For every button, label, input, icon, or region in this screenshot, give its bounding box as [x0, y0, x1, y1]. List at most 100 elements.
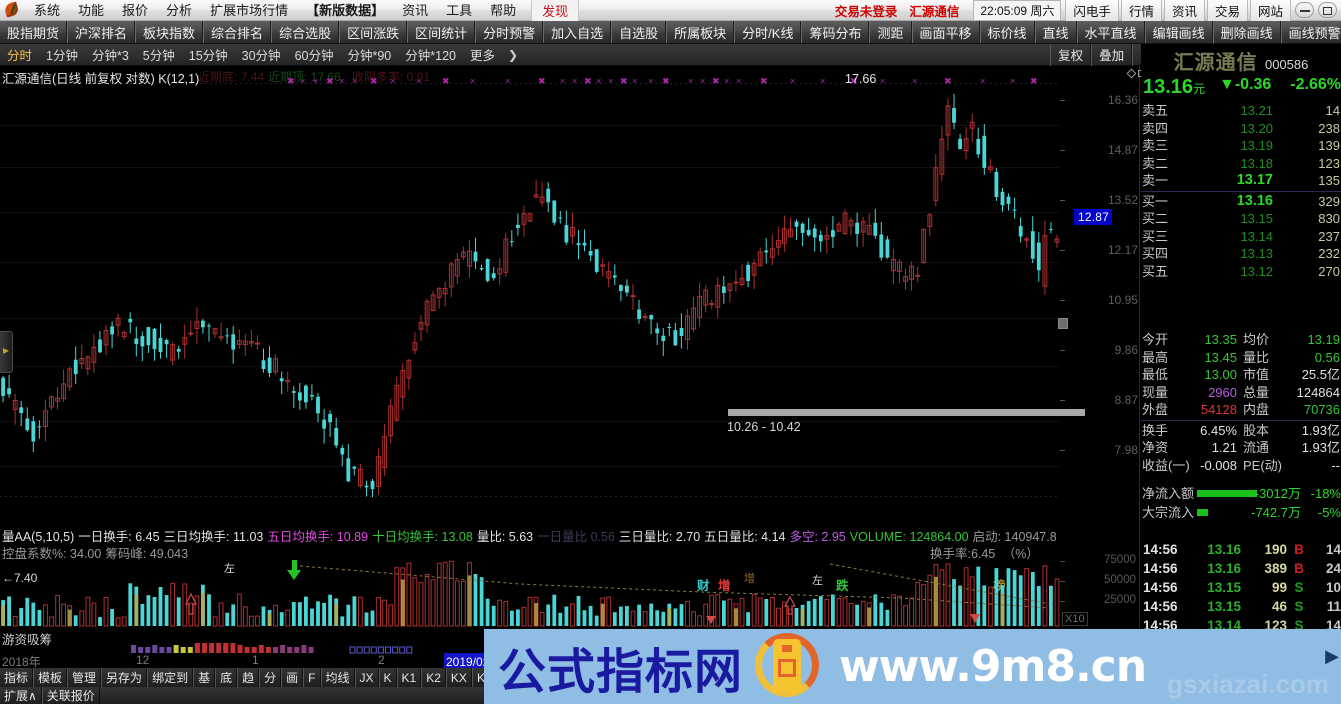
- toolbar-item-17[interactable]: 水平直线: [1076, 21, 1145, 43]
- toolbar-item-11[interactable]: 分时/K线: [734, 21, 802, 43]
- tick-row[interactable]: 14:56 13.15 46 S 11: [1141, 597, 1341, 616]
- period-item-more[interactable]: 更多: [463, 45, 502, 64]
- toolbar-item-1[interactable]: 沪深排名: [67, 21, 136, 43]
- menu-item-help[interactable]: 帮助: [481, 0, 525, 22]
- bottom-tool2-1[interactable]: 关联报价: [41, 687, 100, 704]
- order-book[interactable]: 卖五 13.21 14 卖四 13.20 238 卖三 13.19 139 卖二 13.18 123 卖…: [1141, 102, 1341, 280]
- tick-row[interactable]: 14:56 13.15 99 S 10: [1141, 578, 1341, 597]
- tick-row[interactable]: 14:56 13.16 389 B 24: [1141, 559, 1341, 578]
- toolbar-item-19[interactable]: 删除画线: [1212, 21, 1281, 43]
- toolbar-item-4[interactable]: 综合选股: [271, 21, 340, 43]
- period-item-30min[interactable]: 30分钟: [235, 45, 288, 64]
- toolbar-item-9[interactable]: 自选股: [611, 21, 667, 43]
- period-item-3min[interactable]: 分钟*3: [85, 45, 136, 64]
- bottom-tool-15[interactable]: K2: [421, 668, 446, 687]
- quote-panel[interactable]: 汇源通信 000586 13.16元 ▼-0.36 -2.66% 卖五 13.21…: [1141, 44, 1341, 660]
- orderbook-row[interactable]: 买五 13.12 270: [1141, 263, 1341, 281]
- chart-scroll-handle[interactable]: [0, 331, 13, 373]
- orderbook-row[interactable]: 买四 13.13 232: [1141, 245, 1341, 263]
- flow-amount: -742.7万: [1251, 505, 1301, 520]
- menu-item-discover[interactable]: 发现: [531, 0, 580, 23]
- menu-item-system[interactable]: 系统: [25, 0, 69, 22]
- orderbook-row[interactable]: 买二 13.15 830: [1141, 210, 1341, 228]
- period-item-120min[interactable]: 分钟*120: [398, 45, 463, 64]
- toolbar-item-15[interactable]: 标价线: [979, 21, 1035, 43]
- indicator-panel[interactable]: 量AA(5,10,5) 一日换手: 6.45 三日均换手: 11.03 五日均换手: …: [0, 525, 1140, 628]
- chart-area[interactable]: 汇源通信(日线 前复权 对数) K(12,1) 近期底: 7.44 近期顶: 1…: [0, 66, 1145, 628]
- toolbtn-website[interactable]: 网站: [1249, 0, 1291, 23]
- btn-overlay[interactable]: 叠加: [1091, 43, 1133, 66]
- toolbar-item-3[interactable]: 综合排名: [203, 21, 272, 43]
- toolbar-item-2[interactable]: 板块指数: [135, 21, 204, 43]
- toolbtn-news[interactable]: 资讯: [1163, 0, 1205, 23]
- period-item-5min[interactable]: 5分钟: [136, 45, 182, 64]
- orderbook-price: 13.20: [1240, 120, 1273, 136]
- bottom-tool-2[interactable]: 管理: [67, 668, 102, 687]
- toolbar-item-10[interactable]: 所属板块: [666, 21, 735, 43]
- orderbook-row[interactable]: 卖五 13.21 14: [1141, 102, 1341, 120]
- menu-item-extended-market[interactable]: 扩展市场行情: [201, 0, 297, 22]
- price-change-pct: -2.66%: [1290, 76, 1341, 93]
- bottom-tool-10[interactable]: F: [303, 668, 321, 687]
- menu-item-analysis[interactable]: 分析: [157, 0, 201, 22]
- period-item-timeshare[interactable]: 分时: [0, 45, 39, 64]
- menu-item-function[interactable]: 功能: [69, 0, 113, 22]
- bottom-tool-5[interactable]: 基: [193, 668, 216, 687]
- chevron-right-icon[interactable]: ❯: [502, 48, 524, 62]
- toolbar-item-18[interactable]: 编辑画线: [1144, 21, 1213, 43]
- btn-adjust[interactable]: 复权: [1050, 43, 1092, 66]
- restore-icon[interactable]: [1318, 2, 1337, 18]
- bottom-tool-3[interactable]: 另存为: [101, 668, 148, 687]
- orderbook-row[interactable]: 买三 13.14 237: [1141, 228, 1341, 246]
- toolbar-item-12[interactable]: 筹码分布: [801, 21, 870, 43]
- bottom-tool-0[interactable]: 指标: [0, 668, 34, 687]
- bottom-tool-9[interactable]: 画: [281, 668, 304, 687]
- orderbook-row[interactable]: 卖一 13.17 135: [1141, 172, 1341, 190]
- bottom-tool-1[interactable]: 模板: [33, 668, 68, 687]
- banner-ghost-text: gsxiazai.com: [1167, 669, 1329, 699]
- toolbar-item-6[interactable]: 区间统计: [407, 21, 476, 43]
- bottom-tool-6[interactable]: 底: [215, 668, 238, 687]
- orderbook-row[interactable]: 卖三 13.19 139: [1141, 137, 1341, 155]
- toolbtn-market[interactable]: 行情: [1120, 0, 1162, 23]
- bottom-tool-14[interactable]: K1: [396, 668, 422, 687]
- kline-panel[interactable]: 汇源通信(日线 前复权 对数) K(12,1) 近期底: 7.44 近期顶: 1…: [0, 66, 1145, 593]
- volume-axis[interactable]: 75000 50000 25000 X10: [1060, 525, 1140, 628]
- period-item-60min[interactable]: 60分钟: [288, 45, 341, 64]
- flow-bar: [1197, 490, 1257, 497]
- price-axis[interactable]: 16.36 14.87 13.52 12.87 12.17 10.95 9.86…: [1058, 66, 1140, 525]
- toolbar-item-14[interactable]: 画面平移: [911, 21, 980, 43]
- toolbar-item-5[interactable]: 区间涨跌: [339, 21, 408, 43]
- menu-item-tools[interactable]: 工具: [437, 0, 481, 22]
- tick-row[interactable]: 14:56 13.16 190 B 14: [1141, 540, 1341, 559]
- orderbook-row[interactable]: 卖二 13.18 123: [1141, 155, 1341, 173]
- bottom-tool-4[interactable]: 绑定到: [147, 668, 194, 687]
- menu-item-quote[interactable]: 报价: [113, 0, 157, 22]
- period-item-15min[interactable]: 15分钟: [182, 45, 235, 64]
- bottom-tool-16[interactable]: KX: [445, 668, 472, 687]
- toolbar-item-8[interactable]: 加入自选: [543, 21, 612, 43]
- bottom-tool-8[interactable]: 分: [259, 668, 282, 687]
- toolbar-item-16[interactable]: 直线: [1034, 21, 1077, 43]
- tick-side: S: [1294, 580, 1304, 595]
- toolbar-item-0[interactable]: 股指期货: [0, 21, 68, 43]
- bottom-tool-7[interactable]: 趋: [237, 668, 260, 687]
- period-item-90min[interactable]: 分钟*90: [340, 45, 398, 64]
- toolbtn-trade[interactable]: 交易: [1206, 0, 1248, 23]
- toolbar-item-7[interactable]: 分时预警: [475, 21, 544, 43]
- bottom-tool-11[interactable]: 均线: [320, 668, 355, 687]
- volume-tick-2: 25000: [1104, 594, 1136, 606]
- price-axis-handle[interactable]: [1058, 318, 1068, 329]
- bottom-tool-13[interactable]: K: [378, 668, 397, 687]
- minimize-icon[interactable]: [1295, 2, 1314, 18]
- period-item-1min[interactable]: 1分钟: [39, 45, 85, 64]
- orderbook-row[interactable]: 卖四 13.20 238: [1141, 120, 1341, 138]
- bottom-tool2-0[interactable]: 扩展∧: [0, 687, 42, 704]
- menu-item-news[interactable]: 资讯: [393, 0, 437, 22]
- bottom-tool-12[interactable]: JX: [354, 668, 379, 687]
- menu-item-new-data[interactable]: 【新版数据】: [297, 0, 393, 22]
- toolbar-item-13[interactable]: 测距: [869, 21, 912, 43]
- toolbtn-lightning[interactable]: 闪电手: [1065, 0, 1119, 23]
- toolbar-item-20[interactable]: 画线预警: [1280, 21, 1341, 43]
- orderbook-row[interactable]: 买一 13.16 329: [1141, 193, 1341, 211]
